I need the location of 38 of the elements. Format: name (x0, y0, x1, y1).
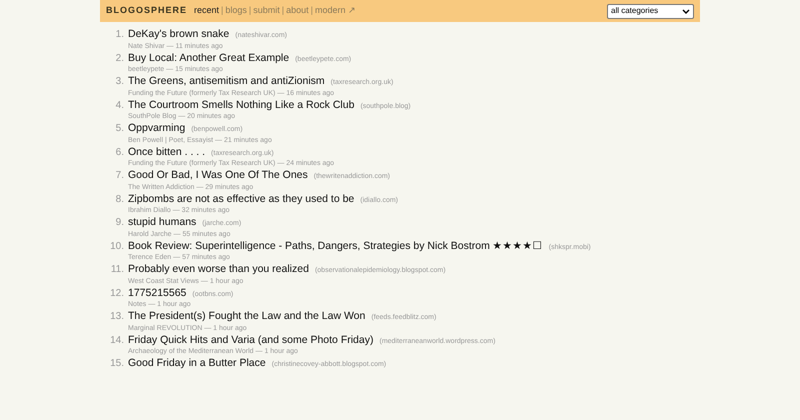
rank-number: 14. (109, 334, 125, 348)
post-title-link[interactable]: DeKay's brown snake (128, 28, 230, 41)
rank-number: 2. (114, 52, 125, 66)
post-title-link[interactable]: Probably even worse than you realized (128, 263, 309, 276)
nav-separator: | (221, 4, 224, 18)
rank-number: 10. (109, 240, 125, 254)
post-title-link[interactable]: Zipbombs are not as effective as they used to be (128, 192, 354, 206)
rank-number: 1. (114, 28, 125, 42)
nav-separator: | (248, 4, 252, 18)
nav-separator: | (282, 4, 284, 18)
post-title-link[interactable]: 1775215565 (128, 286, 186, 300)
rank-number: 11. (110, 263, 125, 277)
post-title-link[interactable]: The President(s) Fought the Law and the Law Won (128, 310, 366, 323)
post-title-link[interactable]: Book Review: Superintelligence - Paths, Dangers, Strategies by Nick Bostrom ★★★★☐ (128, 240, 543, 252)
rank-number: 12. (109, 286, 125, 300)
post-title-link[interactable]: Once bitten . . . . (128, 146, 206, 158)
rank-number: 7. (114, 169, 125, 183)
caret-icon (682, 8, 690, 14)
post-title-link[interactable]: Buy Local: Another Great Example (128, 52, 290, 64)
post-title-link[interactable]: stupid humans (128, 216, 196, 229)
post-title-link[interactable]: Good Or Bad, I Was One Of The Ones (128, 169, 308, 182)
rank-number: 5. (114, 122, 125, 136)
rank-number: 4. (114, 98, 125, 112)
nav-separator: | (310, 4, 313, 18)
post-title-link[interactable]: Friday Quick Hits and Varia (and some Photo Friday) (128, 334, 374, 346)
category-select[interactable]: all categories (607, 4, 694, 18)
post-title-link[interactable]: Oppvarming (128, 122, 186, 135)
nav-link[interactable]: recent (194, 4, 220, 18)
post-title-link[interactable]: The Greens, antisemitism and antiZionism (128, 75, 325, 88)
post-title-link[interactable]: Good Friday in a Butter Place (128, 357, 266, 370)
rank-number: 13. (109, 310, 125, 324)
rank-number: 15. (109, 357, 125, 371)
rank-number: 6. (114, 146, 125, 160)
rank-number: 9. (114, 216, 125, 230)
rank-number: 8. (114, 192, 125, 206)
rank-number: 3. (114, 75, 125, 89)
post-title-link[interactable]: The Courtroom Smells Nothing Like a Rock Club (128, 98, 354, 112)
site-title: BLOGOSPHERE (106, 4, 188, 18)
